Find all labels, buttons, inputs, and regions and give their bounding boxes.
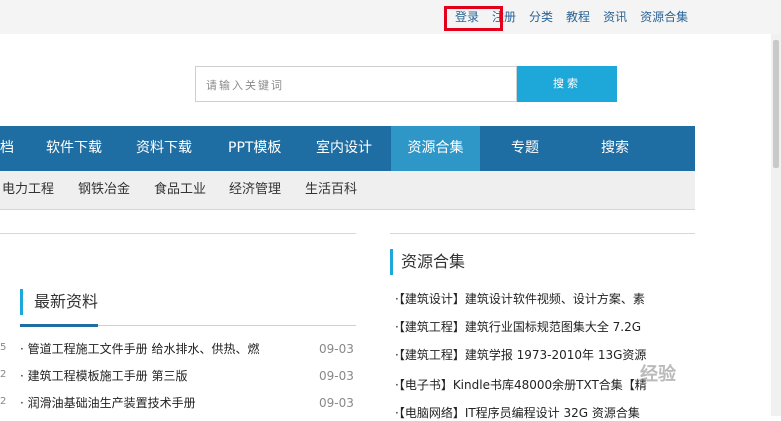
nav-item-software[interactable]: 软件下载 (46, 126, 102, 171)
news-link[interactable]: 资讯 (603, 8, 627, 26)
top-bar: 登录 注册 分类 教程 资讯 资源合集 (0, 0, 781, 34)
nav-item-interior[interactable]: 室内设计 (316, 126, 372, 171)
nav-item-search[interactable]: 搜索 (601, 126, 629, 171)
tutorial-link[interactable]: 教程 (566, 8, 590, 26)
divider (0, 233, 356, 234)
nav-item-materials[interactable]: 资料下载 (136, 126, 192, 171)
latest-item-date: 09-03 (319, 342, 354, 356)
nav-item-ppt[interactable]: PPT模板 (228, 126, 281, 171)
nav-item-resources[interactable]: 资源合集 (391, 126, 480, 171)
resource-item[interactable]: ·【建筑工程】建筑行业国标规范图集大全 7.2G (395, 319, 695, 335)
scrollbar-thumb[interactable] (773, 40, 779, 168)
watermark-logo: 经验 (640, 364, 676, 385)
latest-item-date: 09-03 (319, 396, 354, 410)
resources-link[interactable]: 资源合集 (640, 8, 688, 26)
nav-item-docs[interactable]: 档 (0, 126, 14, 171)
subnav-item-life[interactable]: 生活百科 (305, 171, 357, 209)
nav-item-topics[interactable]: 专题 (511, 126, 539, 171)
divider (390, 233, 695, 234)
latest-item[interactable]: · 管道工程施工文件手册 给水排水、供热、燃 (20, 341, 259, 357)
subnav-item-power[interactable]: 电力工程 (2, 171, 54, 209)
subnav-item-economy[interactable]: 经济管理 (229, 171, 281, 209)
search-button[interactable]: 搜索 (517, 66, 617, 102)
section-title-bar (390, 249, 393, 275)
latest-item[interactable]: · 建筑工程模板施工手册 第三版 (20, 368, 187, 384)
list-item-stub: 2 (0, 396, 7, 407)
category-link[interactable]: 分类 (529, 8, 553, 26)
latest-section-title: 最新资料 (34, 292, 99, 311)
search-placeholder: 请输入关键词 (206, 79, 284, 92)
section-title-bar (20, 289, 23, 315)
list-item-stub: 2 (0, 369, 7, 380)
subnav-item-food[interactable]: 食品工业 (154, 171, 206, 209)
main-nav: 档 软件下载 资料下载 PPT模板 室内设计 资源合集 专题 搜索 (0, 126, 695, 171)
latest-item-date: 09-03 (319, 369, 354, 383)
resource-item[interactable]: ·【建筑设计】建筑设计软件视频、设计方案、素 (395, 291, 695, 307)
section-underline-accent (20, 324, 98, 327)
sub-nav: 电力工程 钢铁冶金 食品工业 经济管理 生活百科 (0, 171, 695, 210)
latest-item[interactable]: · 润滑油基础油生产装置技术手册 (20, 395, 196, 411)
search-input[interactable]: 请输入关键词 (195, 66, 517, 102)
subnav-item-steel[interactable]: 钢铁冶金 (78, 171, 130, 209)
list-item-stub: 5 (0, 342, 7, 353)
resources-section-title: 资源合集 (401, 252, 466, 271)
login-highlight-box (444, 6, 503, 31)
resource-item[interactable]: ·【电脑网络】IT程序员编程设计 32G 资源合集 (395, 405, 695, 421)
